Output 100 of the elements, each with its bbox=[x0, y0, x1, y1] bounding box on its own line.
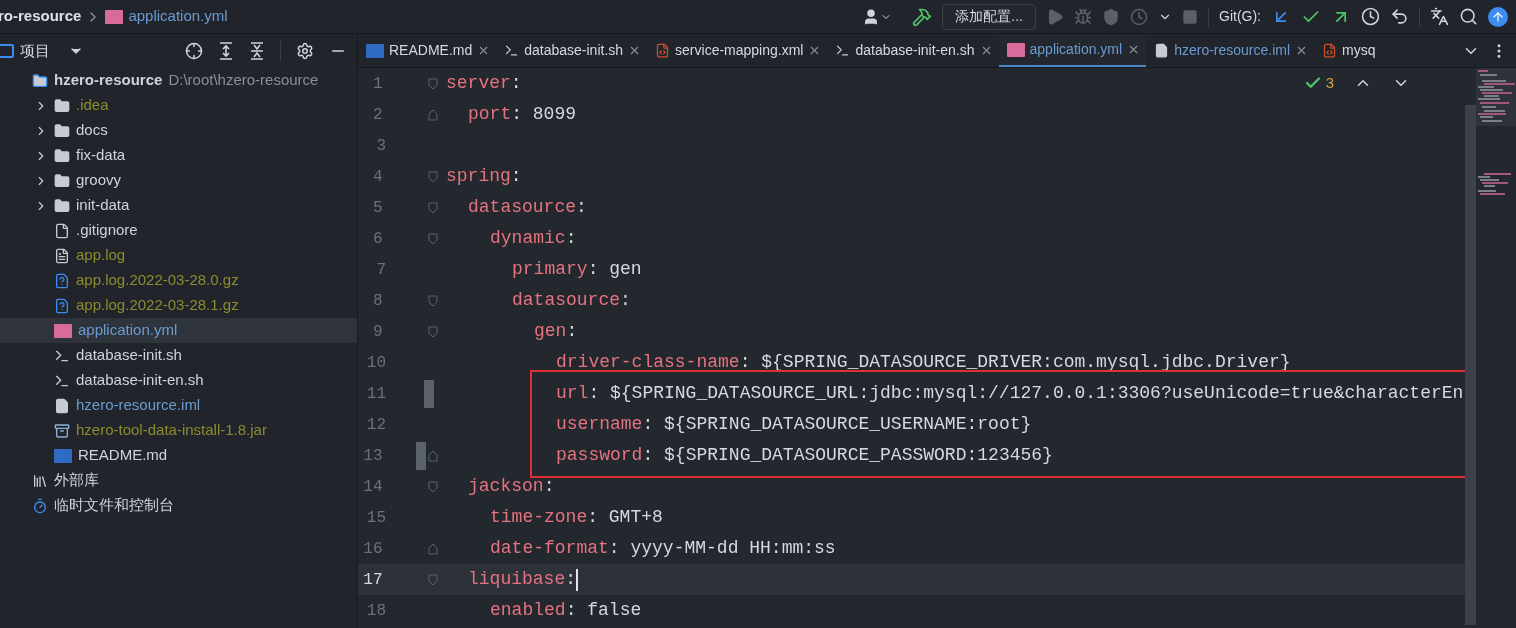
archive-icon bbox=[54, 422, 70, 439]
build-hammer-icon[interactable] bbox=[912, 6, 933, 27]
file-name: groovy bbox=[76, 170, 122, 191]
file-name: app.log.2022-03-28.0.gz bbox=[76, 270, 239, 291]
change-marker[interactable] bbox=[415, 441, 426, 470]
tree-item[interactable]: .gitignore bbox=[0, 218, 357, 243]
tree-item[interactable]: hzero-resource.iml bbox=[0, 393, 357, 418]
collapse-all-icon[interactable] bbox=[249, 42, 265, 60]
fold-marker-icon[interactable] bbox=[428, 170, 438, 183]
line-number: 18 bbox=[365, 600, 386, 622]
fold-end-icon[interactable] bbox=[428, 449, 438, 462]
code-line: driver-class-name: ${SPRING_DATASOURCE_DRIVER:com.mysql.jdbc.Driver} bbox=[556, 351, 1291, 374]
change-marker[interactable] bbox=[424, 379, 434, 408]
tree-item[interactable]: groovy bbox=[0, 168, 357, 193]
tree-item[interactable]: init-data bbox=[0, 193, 357, 218]
settings-icon[interactable] bbox=[296, 42, 314, 60]
fold-marker-icon[interactable] bbox=[428, 201, 438, 214]
fold-end-icon[interactable] bbox=[428, 108, 438, 121]
tree-item[interactable]: .idea bbox=[0, 93, 357, 118]
search-icon[interactable] bbox=[1459, 7, 1478, 26]
fold-marker-icon[interactable] bbox=[428, 77, 438, 90]
fold-marker-icon[interactable] bbox=[428, 325, 438, 338]
history-clock-icon[interactable] bbox=[1361, 7, 1380, 26]
code-line: primary: gen bbox=[512, 258, 642, 281]
fold-marker-icon[interactable] bbox=[428, 294, 438, 307]
scrollbar-thumb[interactable] bbox=[1465, 105, 1476, 625]
expand-all-icon[interactable] bbox=[218, 42, 234, 60]
panel-title[interactable]: 项目 bbox=[20, 39, 50, 63]
stop-icon[interactable] bbox=[1182, 8, 1198, 25]
git-label: Git(G): bbox=[1219, 7, 1261, 26]
editor-tab[interactable]: service-mapping.xml bbox=[647, 34, 828, 67]
line-number: 6 bbox=[371, 228, 383, 250]
tree-item[interactable]: app.log bbox=[0, 243, 357, 268]
breadcrumb-file[interactable]: application.yml bbox=[128, 5, 228, 28]
line-number: 12 bbox=[365, 414, 386, 436]
editor-tab[interactable]: mysq bbox=[1314, 34, 1382, 67]
file-name: app.log.2022-03-28.1.gz bbox=[76, 295, 239, 316]
file-name: database-init.sh bbox=[76, 345, 182, 366]
debug-bug-icon[interactable] bbox=[1074, 7, 1092, 26]
translate-icon[interactable] bbox=[1430, 7, 1449, 26]
add-configuration-button[interactable]: 添加配置... bbox=[942, 3, 1036, 30]
line-number: 3 bbox=[375, 135, 386, 157]
tree-item[interactable]: 外部库 bbox=[0, 468, 357, 493]
locate-crosshair-icon[interactable] bbox=[185, 42, 203, 60]
code-line: username: ${SPRING_DATASOURCE_USERNAME:root} bbox=[556, 413, 1032, 436]
undo-icon[interactable] bbox=[1390, 7, 1409, 26]
code-line: server: bbox=[446, 72, 522, 95]
editor-tab[interactable]: hzero-resource.iml bbox=[1146, 34, 1315, 67]
tree-item[interactable]: database-init-en.sh bbox=[0, 368, 357, 393]
profile-clock-icon[interactable] bbox=[1130, 7, 1148, 26]
file-name: .idea bbox=[76, 95, 109, 116]
line-number: 4 bbox=[371, 166, 383, 188]
tree-item[interactable]: fix-data bbox=[0, 143, 357, 168]
ignored-file-icon bbox=[54, 222, 70, 239]
module-file-icon bbox=[1154, 43, 1170, 58]
editor-tab[interactable]: database-init.sh bbox=[496, 34, 648, 67]
fold-marker-icon[interactable] bbox=[428, 480, 438, 493]
update-available-icon[interactable] bbox=[1488, 6, 1508, 27]
tab-label: service-mapping.xml bbox=[675, 41, 804, 60]
file-name: docs bbox=[76, 120, 108, 141]
run-icon[interactable] bbox=[1046, 7, 1064, 26]
line-number: 9 bbox=[371, 321, 383, 343]
tree-item[interactable]: app.log.2022-03-28.0.gz bbox=[0, 268, 357, 293]
module-file-icon bbox=[54, 397, 70, 414]
tree-item[interactable]: application.yml bbox=[0, 318, 357, 343]
fold-marker-icon[interactable] bbox=[428, 232, 438, 245]
file-name: README.md bbox=[78, 445, 168, 466]
folder-icon bbox=[54, 122, 70, 139]
editor-tab[interactable]: README.md bbox=[358, 34, 497, 67]
line-number: 14 bbox=[362, 476, 383, 498]
yml-file-icon bbox=[105, 9, 124, 24]
file-name: 外部库 bbox=[54, 470, 99, 491]
tab-label: README.md bbox=[389, 41, 473, 60]
line-number: 7 bbox=[375, 259, 386, 281]
tree-item[interactable]: 临时文件和控制台 bbox=[0, 493, 357, 518]
folder-icon bbox=[54, 147, 70, 164]
inspection-count: 3 bbox=[1325, 73, 1334, 93]
scratch-clock-icon bbox=[32, 497, 48, 514]
code-line: url: ${SPRING_DATASOURCE_URL:jdbc:mysql://127.0.0.1:3306?useUnicode=true&characterEn bbox=[556, 382, 1464, 405]
file-name: app.log bbox=[76, 245, 126, 266]
tree-item[interactable]: docs bbox=[0, 118, 357, 143]
editor-tab[interactable]: database-init-en.sh bbox=[827, 34, 999, 67]
tree-item[interactable]: hzero-tool-data-install-1.8.jar bbox=[0, 418, 357, 443]
folder-icon bbox=[54, 197, 70, 214]
tree-item[interactable]: database-init.sh bbox=[0, 343, 357, 368]
code-line: password: ${SPRING_DATASOURCE_PASSWORD:123456} bbox=[556, 444, 1053, 467]
line-number: 17 bbox=[362, 569, 383, 591]
coverage-shield-icon[interactable] bbox=[1102, 7, 1120, 26]
fold-marker-icon[interactable] bbox=[428, 573, 438, 586]
file-name: hzero-tool-data-install-1.8.jar bbox=[76, 420, 267, 441]
line-number: 11 bbox=[365, 383, 386, 405]
user-menu-icon[interactable] bbox=[862, 7, 893, 26]
file-name: 临时文件和控制台 bbox=[54, 495, 174, 516]
tab-label: database-init-en.sh bbox=[855, 41, 975, 60]
tree-item[interactable]: app.log.2022-03-28.1.gz bbox=[0, 293, 357, 318]
line-number: 2 bbox=[371, 104, 383, 126]
code-line: date-format: yyyy-MM-dd HH:mm:ss bbox=[490, 537, 836, 560]
tree-item[interactable]: README.md bbox=[0, 443, 357, 468]
tree-item[interactable]: hzero-resource D:\root\hzero-resource bbox=[0, 68, 357, 93]
fold-end-icon[interactable] bbox=[428, 542, 438, 555]
